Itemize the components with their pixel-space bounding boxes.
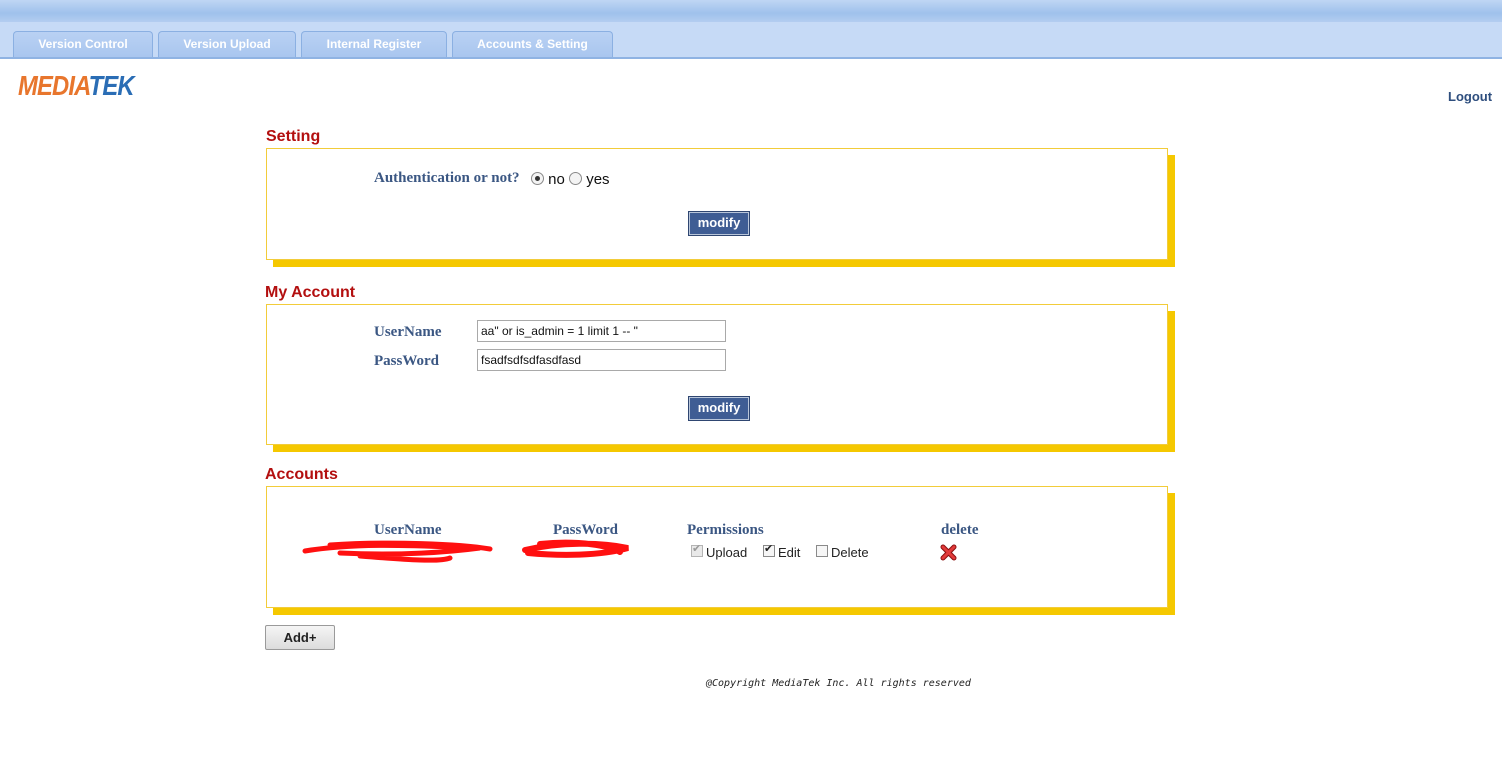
tab-accounts-setting[interactable]: Accounts & Setting <box>452 31 613 57</box>
accounts-title: Accounts <box>265 466 338 483</box>
radio-yes-label: yes <box>586 171 610 188</box>
redaction-scribble <box>302 539 629 563</box>
radio-no-label: no <box>548 171 565 188</box>
password-input[interactable]: fsadfsdfsdfasdfasd <box>477 349 726 371</box>
col-delete-header: delete <box>941 522 979 538</box>
setting-panel <box>266 148 1168 260</box>
logo-part-2: TEK <box>88 70 135 101</box>
logout-link[interactable]: Logout <box>1448 89 1492 104</box>
setting-modify-button[interactable]: modify <box>688 211 750 236</box>
tab-version-upload[interactable]: Version Upload <box>158 31 296 57</box>
top-banner <box>0 0 1502 23</box>
perm-edit: Edit <box>763 542 801 560</box>
perm-upload-label: Upload <box>706 545 748 560</box>
username-input[interactable]: aa" or is_admin = 1 limit 1 -- " <box>477 320 726 342</box>
tab-version-control[interactable]: Version Control <box>13 31 153 57</box>
setting-title: Setting <box>266 128 321 145</box>
perm-upload-checkbox[interactable] <box>691 542 703 557</box>
perm-delete-checkbox[interactable] <box>816 545 828 557</box>
auth-radio-group: no yes <box>531 171 610 188</box>
tab-bar: Version Control Version Upload Internal … <box>0 22 1502 59</box>
perm-upload: Upload <box>691 542 748 560</box>
perm-edit-checkbox[interactable] <box>763 542 775 557</box>
account-modify-button[interactable]: modify <box>688 396 750 421</box>
mediatek-logo: MEDIATEK <box>18 70 135 102</box>
tab-internal-register[interactable]: Internal Register <box>301 31 447 57</box>
auth-label: Authentication or not? <box>374 170 520 186</box>
red-x-icon[interactable] <box>940 544 957 561</box>
copyright-text: @Copyright MediaTek Inc. All rights rese… <box>706 678 971 689</box>
username-label: UserName <box>374 324 442 340</box>
perm-delete: Delete <box>816 545 869 560</box>
logo-part-1: MEDIA <box>18 70 90 101</box>
perm-delete-label: Delete <box>831 545 869 560</box>
col-permissions-header: Permissions <box>687 522 764 538</box>
radio-no[interactable] <box>531 172 544 185</box>
add-account-button[interactable]: Add+ <box>265 625 335 650</box>
my-account-title: My Account <box>265 284 356 301</box>
password-label: PassWord <box>374 353 440 369</box>
radio-yes[interactable] <box>569 172 583 185</box>
perm-edit-label: Edit <box>778 545 801 560</box>
